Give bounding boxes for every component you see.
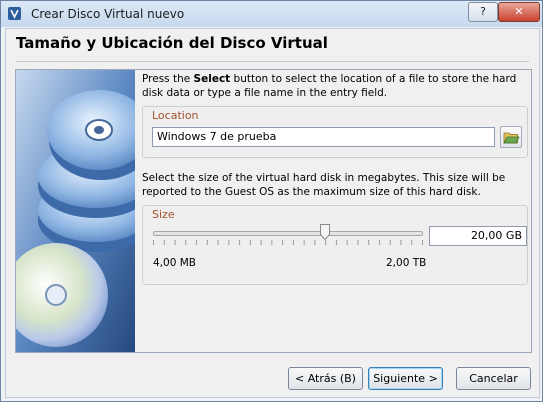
select-location-button[interactable] — [500, 126, 522, 148]
location-group-label: Location — [152, 109, 199, 122]
size-min-label: 4,00 MB — [153, 257, 196, 269]
back-button[interactable]: < Atrás (B) — [288, 367, 363, 390]
size-group: Size 4,00 MB 2,00 TB — [142, 205, 528, 285]
window-title: Crear Disco Virtual nuevo — [31, 7, 185, 21]
size-max-label: 2,00 TB — [386, 257, 427, 269]
folder-open-icon — [503, 132, 520, 144]
cancel-button[interactable]: Cancelar — [456, 367, 531, 390]
page-title: Tamaño y Ubicación del Disco Virtual — [16, 34, 328, 52]
dialog-window: Crear Disco Virtual nuevo ? ✕ Tamaño y U… — [0, 0, 543, 402]
size-slider-track[interactable] — [153, 231, 423, 236]
slider-ticks — [153, 240, 423, 245]
size-description: Select the size of the virtual hard disk… — [142, 172, 506, 198]
size-slider-thumb[interactable] — [319, 224, 330, 240]
title-separator — [16, 61, 529, 62]
size-group-label: Size — [152, 208, 175, 221]
disk-artwork-image — [16, 70, 135, 352]
close-button[interactable]: ✕ — [498, 2, 540, 22]
location-description: Press the Select button to select the lo… — [142, 73, 517, 99]
wizard-panel: Press the Select button to select the lo… — [15, 69, 532, 353]
size-input[interactable] — [429, 226, 527, 246]
wizard-content: Tamaño y Ubicación del Disco Virtual Pre… — [5, 28, 540, 398]
location-group: Location — [142, 106, 528, 158]
virtualbox-icon — [8, 7, 21, 20]
next-button[interactable]: Siguiente > — [368, 367, 443, 390]
location-input[interactable] — [152, 127, 495, 147]
help-button[interactable]: ? — [468, 2, 498, 22]
title-bar: Crear Disco Virtual nuevo ? ✕ — [1, 1, 542, 27]
